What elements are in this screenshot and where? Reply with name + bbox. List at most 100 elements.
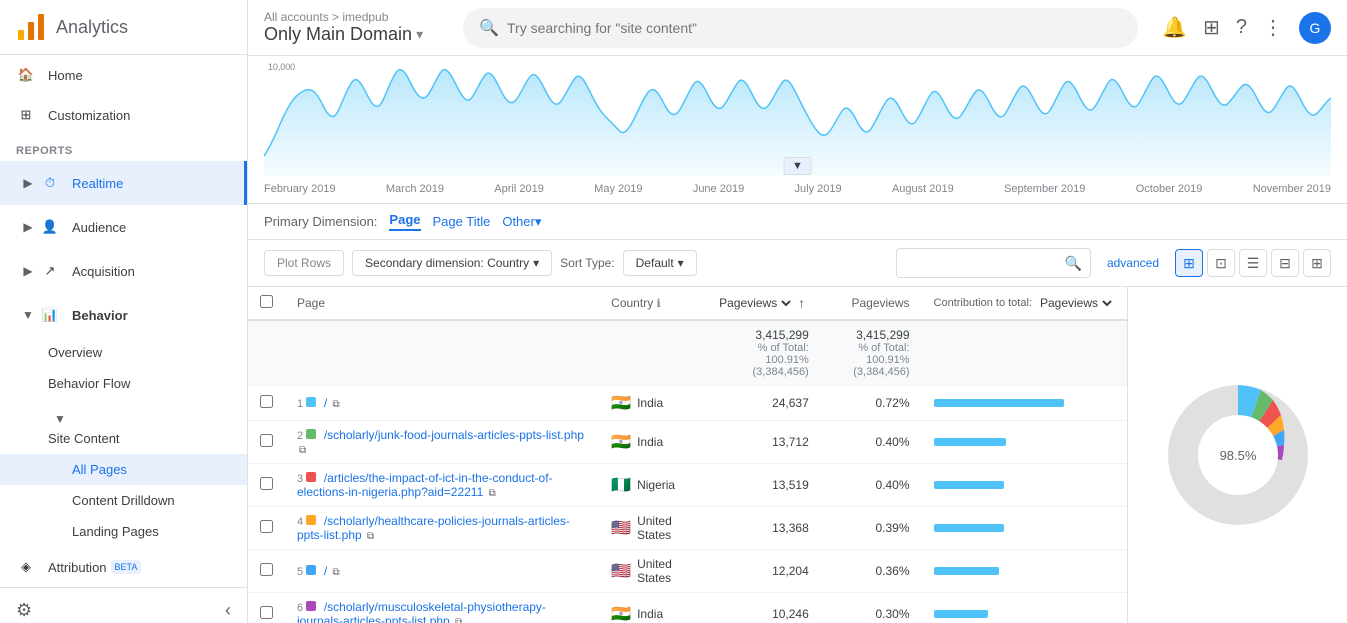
sidebar-item-attribution-label: Attribution — [48, 560, 107, 575]
search-input[interactable] — [507, 20, 1122, 36]
sort-type-select[interactable]: Default ▾ — [623, 250, 697, 276]
other-chevron-icon: ▾ — [535, 214, 542, 230]
sidebar-item-behavior[interactable]: ▼ 📊 Behavior — [0, 293, 247, 337]
more-icon[interactable]: ⋮ — [1263, 15, 1283, 40]
site-content-collapse-icon[interactable]: ▼ — [48, 407, 72, 431]
month-may: May 2019 — [594, 183, 642, 195]
table-row: 6 /scholarly/musculoskeletal-physiothera… — [248, 593, 1127, 623]
overview-label: Overview — [48, 345, 102, 360]
country-info-icon[interactable]: ℹ — [657, 298, 661, 310]
global-search-bar[interactable]: 🔍 — [463, 8, 1138, 48]
table-search-icon[interactable]: 🔍 — [1065, 255, 1082, 272]
sidebar-item-realtime[interactable]: ▶ ⏱ Realtime — [0, 161, 247, 205]
sidebar-collapse-icon[interactable]: ‹ — [225, 600, 231, 621]
row1-bar-fill — [934, 399, 1065, 407]
month-aug: August 2019 — [892, 183, 954, 195]
row6-link-icon[interactable]: ⧉ — [455, 617, 462, 623]
row5-page-link[interactable]: / — [324, 564, 327, 578]
row5-pct: 0.36% — [821, 550, 922, 593]
settings-icon[interactable]: ⚙ — [16, 600, 32, 621]
row2-color-dot — [306, 429, 316, 439]
breadcrumb: All accounts > imedpub — [264, 10, 423, 24]
sidebar-item-acquisition[interactable]: ▶ ↗ Acquisition — [0, 249, 247, 293]
pie-chart: 98.5% — [1148, 365, 1328, 545]
compare-view-icon[interactable]: ⊡ — [1207, 249, 1235, 277]
th-checkbox — [248, 287, 285, 320]
row2-page-link[interactable]: /scholarly/junk-food-journals-articles-p… — [324, 428, 584, 442]
custom-view-icon[interactable]: ⊞ — [1303, 249, 1331, 277]
table-search[interactable]: 🔍 — [896, 248, 1091, 278]
dim-page-title-link[interactable]: Page Title — [433, 214, 491, 229]
row4-num-page: 4 /scholarly/healthcare-policies-journal… — [285, 507, 599, 550]
row1-pct: 0.72% — [821, 386, 922, 421]
row3-checkbox[interactable] — [260, 477, 273, 490]
notifications-icon[interactable]: 🔔 — [1162, 15, 1187, 40]
row3-page-link[interactable]: /articles/the-impact-of-ict-in-the-condu… — [297, 471, 553, 499]
advanced-link[interactable]: advanced — [1107, 256, 1159, 270]
pageviews-metric-select[interactable]: Pageviews — [715, 295, 794, 311]
contribution-metric-select[interactable]: Pageviews — [1036, 295, 1115, 311]
avatar[interactable]: G — [1299, 12, 1331, 44]
row5-bar — [922, 550, 1127, 593]
sidebar-item-customization[interactable]: ⊞ Customization — [0, 95, 247, 135]
customization-icon: ⊞ — [16, 105, 36, 125]
row3-link-icon[interactable]: ⧉ — [489, 488, 496, 499]
row6-checkbox[interactable] — [260, 606, 273, 619]
table-search-input[interactable] — [905, 256, 1065, 270]
sidebar-item-audience-label: Audience — [72, 220, 126, 235]
totals-row: 3,415,299 % of Total: 100.91% (3,384,456… — [248, 320, 1127, 386]
plot-rows-button[interactable]: Plot Rows — [264, 250, 344, 276]
apps-icon[interactable]: ⊞ — [1203, 15, 1220, 40]
audience-collapse-icon[interactable]: ▶ — [16, 215, 40, 239]
dim-other-dropdown[interactable]: Other ▾ — [502, 214, 541, 230]
chart-y-label: 10,000 — [268, 62, 295, 72]
sidebar-item-audience[interactable]: ▶ 👤 Audience — [0, 205, 247, 249]
dim-page-link[interactable]: Page — [389, 212, 420, 231]
sidebar-item-home[interactable]: 🏠 Home — [0, 55, 247, 95]
all-pages-label: All Pages — [72, 462, 127, 477]
th-pageviews-selector[interactable]: Pageviews ↑ — [703, 287, 821, 320]
row4-link-icon[interactable]: ⧉ — [367, 531, 374, 542]
realtime-collapse-icon[interactable]: ▶ — [16, 171, 40, 195]
sort-asc-icon[interactable]: ↑ — [798, 295, 805, 311]
row2-checkbox[interactable] — [260, 434, 273, 447]
sidebar-item-attribution[interactable]: ◈ Attribution BETA — [0, 547, 247, 587]
select-all-checkbox[interactable] — [260, 295, 273, 308]
row1-page-link[interactable]: / — [324, 396, 327, 410]
row1-checkbox[interactable] — [260, 395, 273, 408]
row4-bar-fill — [934, 524, 1005, 532]
sidebar-sub-site-content[interactable]: ▼ Site Content — [0, 399, 247, 454]
row4-checkbox[interactable] — [260, 520, 273, 533]
behavior-icon: 📊 — [40, 305, 60, 325]
row5-checkbox[interactable] — [260, 563, 273, 576]
row1-link-icon[interactable]: ⧉ — [333, 399, 340, 410]
sidebar-sub-overview[interactable]: Overview — [0, 337, 247, 368]
acquisition-collapse-icon[interactable]: ▶ — [16, 259, 40, 283]
row3-pageviews: 13,519 — [703, 464, 821, 507]
primary-dim-label: Primary Dimension: — [264, 214, 377, 229]
reports-section-label: REPORTS — [0, 135, 247, 161]
table-row: 5 / ⧉ 🇺🇸 United States — [248, 550, 1127, 593]
sidebar-sub-behavior-flow[interactable]: Behavior Flow — [0, 368, 247, 399]
pivot-view-icon[interactable]: ⊟ — [1271, 249, 1299, 277]
domain-chevron-icon: ▾ — [416, 26, 423, 43]
row2-link-icon[interactable]: ⧉ — [299, 445, 306, 456]
secondary-dim-chevron-icon: ▾ — [533, 256, 539, 270]
help-icon[interactable]: ? — [1236, 16, 1247, 39]
sidebar-sub-all-pages[interactable]: All Pages — [0, 454, 247, 485]
row5-flag: 🇺🇸 — [611, 561, 631, 581]
sidebar-sub-content-drilldown[interactable]: Content Drilldown — [0, 485, 247, 516]
sidebar-sub-landing-pages[interactable]: Landing Pages — [0, 516, 247, 547]
grid-view-icon[interactable]: ⊞ — [1175, 249, 1203, 277]
chart-dropdown-btn[interactable]: ▼ — [783, 157, 812, 175]
row6-page-link[interactable]: /scholarly/musculoskeletal-physiotherapy… — [297, 600, 546, 623]
table-row: 4 /scholarly/healthcare-policies-journal… — [248, 507, 1127, 550]
row5-link-icon[interactable]: ⧉ — [333, 567, 340, 578]
row4-page-link[interactable]: /scholarly/healthcare-policies-journals-… — [297, 514, 570, 542]
top-header: All accounts > imedpub Only Main Domain … — [248, 0, 1347, 56]
row4-country-name: United States — [637, 514, 691, 542]
domain-selector[interactable]: Only Main Domain ▾ — [264, 24, 423, 45]
secondary-dim-select[interactable]: Secondary dimension: Country ▾ — [352, 250, 552, 276]
list-view-icon[interactable]: ☰ — [1239, 249, 1267, 277]
behavior-collapse-icon[interactable]: ▼ — [16, 303, 40, 327]
